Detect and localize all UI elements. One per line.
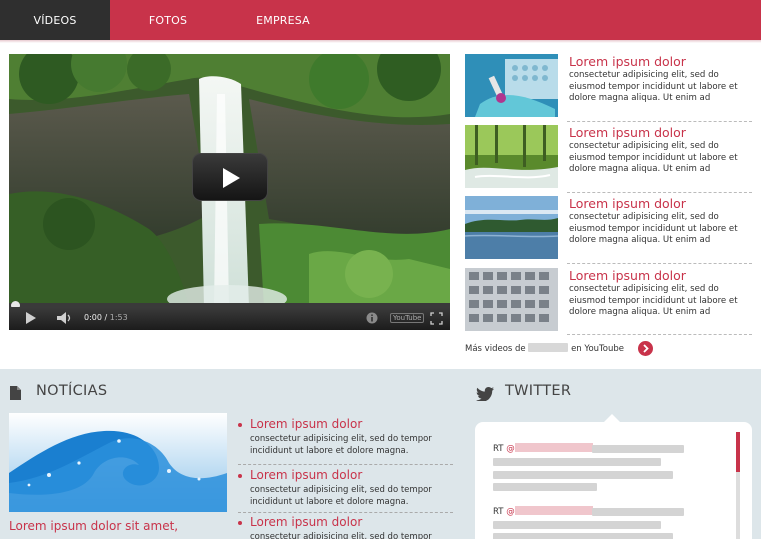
divider xyxy=(567,334,752,335)
forest-stream-thumbnail[interactable] xyxy=(465,125,558,188)
related-video-title[interactable]: Lorem ipsum dolor xyxy=(569,54,686,69)
twitter-scrollbar-thumb[interactable] xyxy=(736,432,740,472)
news-item-title[interactable]: Lorem ipsum dolor xyxy=(250,468,362,482)
related-video-desc: consectetur adipisicing elit, sed do eiu… xyxy=(569,70,738,103)
video-player[interactable]: 0:00 / 1:53 YouTube xyxy=(9,54,450,330)
building-thumbnail[interactable] xyxy=(465,268,558,331)
nav-tab-fotos[interactable]: FOTOS xyxy=(120,0,216,40)
redacted-tweet-text xyxy=(493,471,673,479)
bullet xyxy=(238,423,242,427)
redacted-tweet-text xyxy=(493,483,597,491)
redacted-tweet-text xyxy=(592,445,684,453)
more-videos-arrow-button[interactable] xyxy=(638,341,653,356)
divider xyxy=(567,192,752,193)
divider xyxy=(567,121,752,122)
info-icon[interactable] xyxy=(366,312,378,327)
lake-thumbnail[interactable] xyxy=(465,196,558,259)
news-item-desc: consectetur adipisicing elit, sed do tem… xyxy=(250,532,432,539)
redacted-tweet-text xyxy=(493,458,661,466)
redacted-tweet-text xyxy=(592,508,684,516)
divider xyxy=(238,512,453,513)
related-video-desc: consectetur adipisicing elit, sed do eiu… xyxy=(569,212,738,245)
chevron-right-icon xyxy=(643,344,649,353)
time-readout: 0:00 / 1:53 xyxy=(84,313,128,322)
more-videos-suffix: en YouToube xyxy=(571,344,624,354)
more-videos-link[interactable]: Más videos de en YouToube xyxy=(465,343,624,354)
divider xyxy=(567,263,752,264)
current-time: 0:00 xyxy=(84,313,102,322)
play-icon xyxy=(223,168,240,188)
related-video-desc: consectetur adipisicing elit, sed do eiu… xyxy=(569,141,738,174)
youtube-logo[interactable]: YouTube xyxy=(390,313,425,323)
nav-shadow xyxy=(0,40,761,43)
tweet-rt-prefix: RT xyxy=(493,507,504,517)
duration: 1:53 xyxy=(109,313,128,322)
news-item-desc: consectetur adipisicing elit, sed do tem… xyxy=(250,485,432,507)
redacted-tweet-text xyxy=(493,521,661,529)
tweet-rt-prefix: RT xyxy=(493,444,504,454)
related-video-item[interactable]: Lorem ipsum dolor consectetur adipisicin… xyxy=(465,196,752,262)
lab-thumbnail[interactable] xyxy=(465,54,558,117)
volume-icon[interactable] xyxy=(57,312,73,327)
top-nav: VÍDEOS FOTOS EMPRESA xyxy=(0,0,761,40)
time-separator: / xyxy=(104,313,108,322)
redacted-handle[interactable] xyxy=(514,443,593,452)
news-item-title[interactable]: Lorem ipsum dolor xyxy=(250,417,362,431)
divider xyxy=(238,464,453,465)
player-controls: 0:00 / 1:53 YouTube xyxy=(9,307,450,330)
related-video-desc: consectetur adipisicing elit, sed do eiu… xyxy=(569,284,738,317)
related-video-item[interactable]: Lorem ipsum dolor consectetur adipisicin… xyxy=(465,54,752,120)
nav-tab-videos[interactable]: VÍDEOS xyxy=(0,0,110,40)
news-item-title[interactable]: Lorem ipsum dolor xyxy=(250,515,362,529)
tweet[interactable]: RT @ xyxy=(493,506,593,517)
fullscreen-icon[interactable] xyxy=(430,312,443,328)
tweet[interactable]: RT @ xyxy=(493,443,593,454)
related-video-title[interactable]: Lorem ipsum dolor xyxy=(569,125,686,140)
news-featured-image[interactable] xyxy=(9,413,227,512)
play-button[interactable] xyxy=(192,153,268,201)
related-video-item[interactable]: Lorem ipsum dolor consectetur adipisicin… xyxy=(465,125,752,191)
news-section-title: NOTÍCIAS xyxy=(36,383,108,399)
play-small-icon[interactable] xyxy=(25,312,37,327)
document-icon xyxy=(10,385,21,404)
redacted-handle[interactable] xyxy=(514,506,593,515)
redacted-channel-name xyxy=(528,343,569,352)
news-item-desc: consectetur adipisicing elit, sed do tem… xyxy=(250,434,432,456)
bullet xyxy=(238,474,242,478)
twitter-bird-icon xyxy=(476,386,494,405)
tweet-at-sign[interactable]: @ xyxy=(506,444,515,454)
more-videos-prefix: Más videos de xyxy=(465,344,526,354)
redacted-tweet-text xyxy=(493,533,673,539)
related-video-title[interactable]: Lorem ipsum dolor xyxy=(569,268,686,283)
twitter-section-title: TWITTER xyxy=(505,383,572,399)
related-video-item[interactable]: Lorem ipsum dolor consectetur adipisicin… xyxy=(465,268,752,334)
related-video-title[interactable]: Lorem ipsum dolor xyxy=(569,196,686,211)
bullet xyxy=(238,521,242,525)
tweet-at-sign[interactable]: @ xyxy=(506,507,515,517)
news-featured-caption[interactable]: Lorem ipsum dolor sit amet, xyxy=(9,519,178,533)
nav-tab-empresa[interactable]: EMPRESA xyxy=(236,0,330,40)
